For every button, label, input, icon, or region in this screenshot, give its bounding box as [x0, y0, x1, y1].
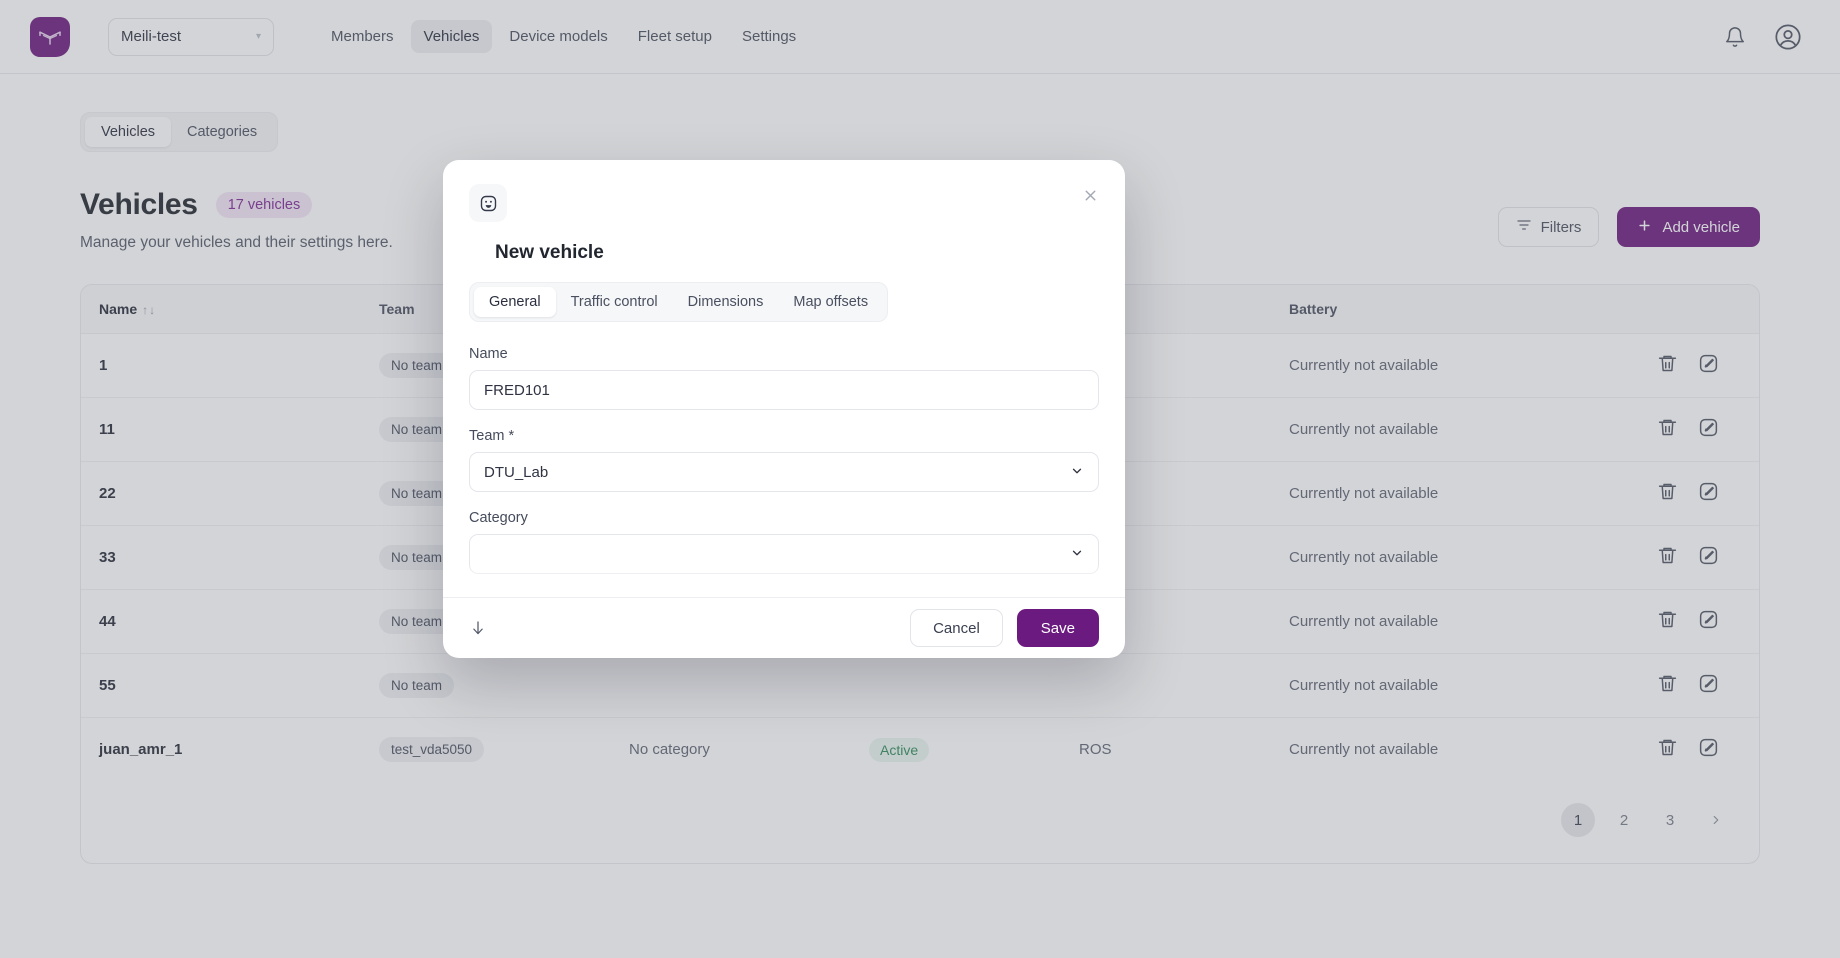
tab-dimensions[interactable]: Dimensions: [673, 287, 779, 317]
robot-face-icon: [469, 184, 507, 222]
tab-map-offsets[interactable]: Map offsets: [778, 287, 883, 317]
category-select[interactable]: [469, 534, 1099, 574]
dialog-footer: Cancel Save: [443, 597, 1125, 658]
save-button[interactable]: Save: [1016, 609, 1099, 648]
field-label-team: Team *: [469, 428, 515, 444]
new-vehicle-dialog: New vehicle General Traffic control Dime…: [443, 160, 1125, 658]
cancel-button[interactable]: Cancel: [910, 609, 1003, 648]
field-name: Name: [469, 346, 1099, 410]
field-label-name: Name: [469, 346, 508, 362]
chevron-down-icon: [1070, 464, 1084, 481]
dialog-title: New vehicle: [495, 242, 604, 263]
team-select-value: DTU_Lab: [484, 463, 549, 481]
close-icon[interactable]: [1077, 182, 1103, 208]
team-select[interactable]: DTU_Lab: [469, 452, 1099, 492]
arrow-down-icon[interactable]: [469, 617, 487, 639]
dialog-tabs: General Traffic control Dimensions Map o…: [469, 282, 889, 322]
app-root: Meili-test ▾ Members Vehicles Device mod…: [0, 0, 1840, 958]
tab-general[interactable]: General: [474, 287, 556, 317]
dialog-form: Name Team * DTU_Lab Category: [443, 322, 1125, 598]
field-label-custom-manufacturer: Custom manufacturer: [469, 592, 1099, 597]
field-label-category: Category: [469, 510, 528, 526]
field-custom-manufacturer: Custom manufacturer: [469, 592, 1099, 597]
dialog-header: New vehicle: [443, 160, 1125, 264]
name-input[interactable]: [469, 370, 1099, 410]
tab-traffic-control[interactable]: Traffic control: [556, 287, 673, 317]
chevron-down-icon: [1070, 546, 1084, 563]
dialog-footer-buttons: Cancel Save: [910, 609, 1099, 648]
field-category: Category: [469, 510, 1099, 574]
field-team: Team * DTU_Lab: [469, 428, 1099, 492]
